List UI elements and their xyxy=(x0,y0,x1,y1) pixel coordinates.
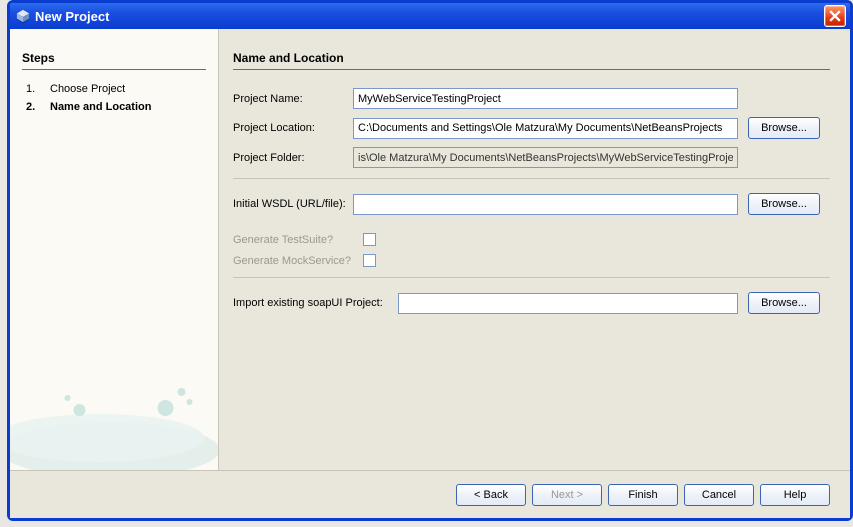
next-button: Next > xyxy=(532,484,602,506)
steps-sidebar: Steps 1. Choose Project 2. Name and Loca… xyxy=(10,29,219,470)
main-panel: Name and Location Project Name: Project … xyxy=(219,29,850,470)
project-location-input[interactable] xyxy=(353,118,738,139)
browse-initial-wsdl-button[interactable]: Browse... xyxy=(748,193,820,215)
panel-heading: Name and Location xyxy=(233,51,830,70)
row-generate-testsuite: Generate TestSuite? xyxy=(233,233,830,246)
row-project-location: Project Location: Browse... xyxy=(233,117,830,139)
new-project-dialog: New Project Steps 1. Choose Project 2. N… xyxy=(7,0,853,521)
steps-heading: Steps xyxy=(22,51,206,70)
browse-import-existing-button[interactable]: Browse... xyxy=(748,292,820,314)
dialog-footer: < Back Next > Finish Cancel Help xyxy=(10,470,850,518)
row-generate-mockservice: Generate MockService? xyxy=(233,254,830,267)
title-bar[interactable]: New Project xyxy=(10,3,850,29)
label-project-location: Project Location: xyxy=(233,122,353,134)
label-generate-testsuite: Generate TestSuite? xyxy=(233,234,363,246)
sidebar-watermark-icon xyxy=(10,340,218,470)
step-name-and-location: 2. Name and Location xyxy=(22,98,206,116)
project-name-input[interactable] xyxy=(353,88,738,109)
close-button[interactable] xyxy=(824,5,846,27)
back-button[interactable]: < Back xyxy=(456,484,526,506)
initial-wsdl-input[interactable] xyxy=(353,194,738,215)
cancel-button[interactable]: Cancel xyxy=(684,484,754,506)
finish-button[interactable]: Finish xyxy=(608,484,678,506)
row-project-name: Project Name: xyxy=(233,88,830,109)
dialog-content: Steps 1. Choose Project 2. Name and Loca… xyxy=(10,29,850,470)
steps-list: 1. Choose Project 2. Name and Location xyxy=(22,80,206,116)
row-initial-wsdl: Initial WSDL (URL/file): Browse... xyxy=(233,193,830,215)
label-initial-wsdl: Initial WSDL (URL/file): xyxy=(233,198,353,210)
label-generate-mockservice: Generate MockService? xyxy=(233,255,363,267)
row-project-folder: Project Folder: xyxy=(233,147,830,168)
import-existing-input[interactable] xyxy=(398,293,738,314)
label-project-name: Project Name: xyxy=(233,93,353,105)
generate-mockservice-checkbox xyxy=(363,254,376,267)
app-cube-icon xyxy=(16,9,30,23)
label-import-existing: Import existing soapUI Project: xyxy=(233,297,398,309)
row-import-existing: Import existing soapUI Project: Browse..… xyxy=(233,292,830,314)
help-button[interactable]: Help xyxy=(760,484,830,506)
close-icon xyxy=(829,10,841,22)
window-title: New Project xyxy=(35,9,824,24)
divider xyxy=(233,277,830,278)
generate-testsuite-checkbox xyxy=(363,233,376,246)
label-project-folder: Project Folder: xyxy=(233,152,353,164)
step-choose-project: 1. Choose Project xyxy=(22,80,206,98)
divider xyxy=(233,178,830,179)
browse-project-location-button[interactable]: Browse... xyxy=(748,117,820,139)
project-folder-input xyxy=(353,147,738,168)
